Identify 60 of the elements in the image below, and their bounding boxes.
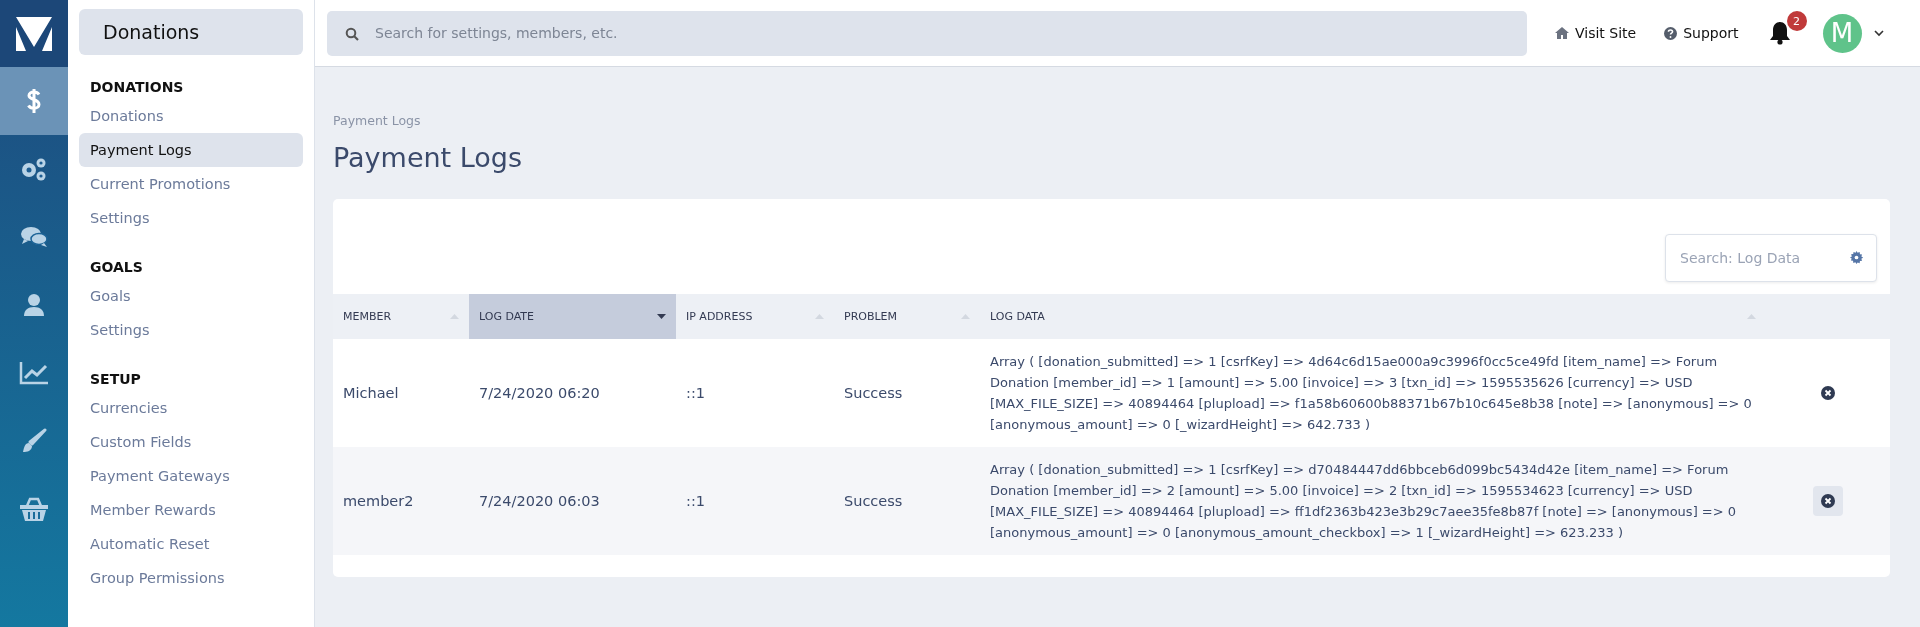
sidebar-item[interactable]: Currencies [79,391,303,425]
chevron-down-icon[interactable] [1873,29,1884,37]
column-header[interactable]: IP ADDRESS [676,294,834,339]
basket-icon [19,496,49,522]
table-cell: 7/24/2020 06:20 [469,339,676,447]
table-cell: Michael [333,339,469,447]
sidebar-item[interactable]: Donations [79,99,303,133]
notification-badge: 2 [1786,11,1807,31]
column-header[interactable]: LOG DATE [469,294,676,339]
table-cell: ::1 [676,447,834,555]
line-chart-icon [19,361,49,385]
sidebar-item[interactable]: Custom Fields [79,425,303,459]
table-cell: Success [834,339,980,447]
delete-button[interactable] [1813,486,1843,516]
brush-icon [21,428,47,454]
table-cell: member2 [333,447,469,555]
breadcrumb[interactable]: Payment Logs [333,113,1890,128]
sidebar-item[interactable]: Settings [79,201,303,235]
table-cell: ::1 [676,339,834,447]
sidebar-heading: SETUP [89,370,142,389]
chat-icon [20,225,48,249]
column-header[interactable]: LOG DATA [980,294,1766,339]
dollar-icon [26,88,42,114]
sort-up-icon [1747,314,1756,319]
sort-up-icon [815,314,824,319]
table-cell: Array ( [donation_submitted] => 1 [csrfKey] => d70484447dd6bbceb6d099bc5434d42e [item_name] => Forum Donation [member_id] => 2 [amount] => 5.00 [invoice] => 2 [txn_id] => 1595534623 [currency] => USD [MAX_FILE_SIZE] => 40894464 [plupload] => ff1df2363b423e3b29c7aee35fe8b87f [note] => [anonymous] => 0 [anonymous_amount] => 0 [anonymous_amount_checkbox] => 1 [_wizardHeight] => 623.233 ) [980,447,1766,555]
bell-icon[interactable] [1768,21,1791,45]
sidebar-item[interactable]: Current Promotions [79,167,303,201]
gear-icon [1850,251,1863,264]
sidebar-item[interactable]: Goals [79,279,303,313]
table-cell: 7/24/2020 06:03 [469,447,676,555]
sidebar-item[interactable]: Settings [79,313,303,347]
user-icon [23,293,45,317]
visit-site-link[interactable]: Visit Site [1555,25,1637,41]
home-icon [1555,27,1569,39]
sidebar-item[interactable]: Payment Logs [79,133,303,167]
sort-down-icon [657,314,666,319]
close-icon [1821,494,1835,508]
sidebar-heading: GOALS [89,258,144,277]
sort-up-icon [961,314,970,319]
column-header[interactable]: MEMBER [333,294,469,339]
table-cell: Array ( [donation_submitted] => 1 [csrfKey] => 4d64c6d15ae000a9c3996f0cc5ce49fd [item_name] => Forum Donation [member_id] => 1 [amount] => 5.00 [invoice] => 3 [txn_id] => 1595535626 [currency] => USD [MAX_FILE_SIZE] => 40894464 [plupload] => f1a58b60600b88371b67b10c645e8b38 [note] => [anonymous] => 0 [anonymous_amount] => 0 [_wizardHeight] => 642.733 ) [980,339,1766,447]
sidebar-item[interactable]: Member Rewards [79,493,303,527]
support-link[interactable]: Support [1664,25,1739,41]
search-icon [345,26,359,41]
search-field[interactable]: Search: Log Data [1665,234,1877,282]
sidebar-item[interactable]: Automatic Reset [79,527,303,561]
table-cell: Success [834,447,980,555]
close-icon [1821,386,1835,400]
sidebar-item[interactable]: Payment Gateways [79,459,303,493]
help-icon [1664,26,1678,40]
logo-icon [16,16,52,51]
logo-tile[interactable] [0,0,68,67]
search-field[interactable]: Search for settings, members, etc. [327,10,1527,56]
page-title: Payment Logs [333,142,524,173]
sidebar-item[interactable]: Group Permissions [79,561,303,595]
sidebar-heading: DONATIONS [89,78,185,97]
sort-up-icon [450,314,459,319]
section-title: Donations [79,9,303,55]
column-header[interactable]: PROBLEM [834,294,980,339]
